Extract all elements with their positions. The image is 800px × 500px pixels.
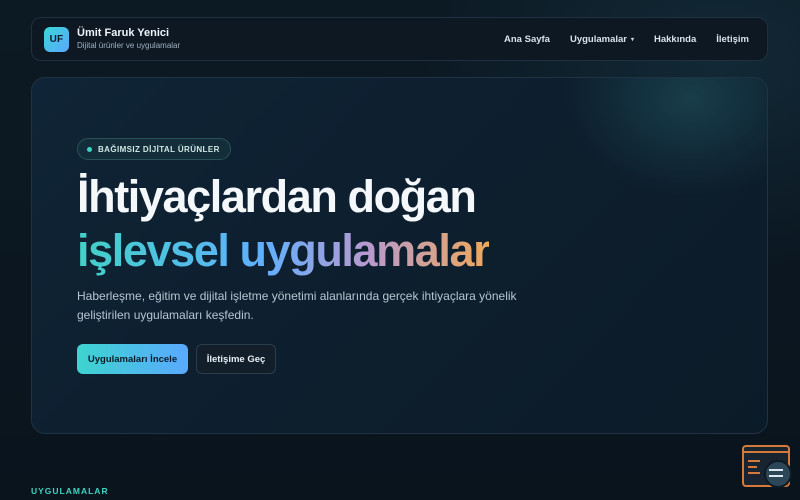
hero-badge-text: BAĞIMSIZ DİJİTAL ÜRÜNLER [98, 144, 220, 154]
contact-button[interactable]: İletişime Geç [196, 344, 276, 374]
status-dot-icon [87, 146, 92, 152]
window-line [748, 466, 757, 468]
brand-logo[interactable]: UF [44, 26, 69, 52]
hero-description: Haberleşme, eğitim ve dijital işletme yö… [77, 289, 517, 322]
brand-name[interactable]: Ümit Faruk Yenici [77, 27, 180, 40]
hero-section: BAĞIMSIZ DİJİTAL ÜRÜNLER İhtiyaçlardan d… [31, 77, 768, 434]
window-titlebar [744, 451, 788, 453]
brand-text: Ümit Faruk Yenici Dijital ürünler ve uyg… [77, 27, 180, 52]
nav-link-hakkinda[interactable]: Hakkında [654, 34, 696, 45]
nav-link-label: Ana Sayfa [504, 33, 550, 45]
hero-title-line2: işlevsel uygulamalar [77, 225, 491, 276]
explore-apps-button[interactable]: Uygulamaları İncele [77, 344, 188, 374]
window-line [748, 460, 760, 462]
nav-link-iletisim[interactable]: İletişim [716, 34, 749, 45]
window-line [748, 472, 760, 474]
apps-section-label: UYGULAMALAR [31, 486, 109, 496]
nav-link-label: Hakkında [654, 33, 697, 45]
search-badge [764, 460, 792, 488]
nav-link-uygulamalar[interactable]: Uygulamalar ▾ [570, 34, 634, 45]
nav-link-label: İletişim [716, 33, 749, 45]
nav-link-ana-sayfa[interactable]: Ana Sayfa [504, 34, 550, 45]
navbar: UF Ümit Faruk Yenici Dijital ürünler ve … [31, 17, 768, 61]
nav-links: Ana Sayfa Uygulamalar ▾ Hakkında İletişi… [504, 34, 749, 45]
hero-title-line1: İhtiyaçlardan doğan [77, 171, 477, 222]
app-window-search-icon[interactable] [742, 445, 792, 488]
hero-badge: BAĞIMSIZ DİJİTAL ÜRÜNLER [77, 138, 231, 160]
brand-tagline: Dijital ürünler ve uygulamalar [77, 40, 181, 50]
chevron-down-icon: ▾ [630, 36, 634, 43]
search-badge-line [769, 475, 783, 477]
search-badge-line [769, 469, 783, 471]
brand[interactable]: UF Ümit Faruk Yenici Dijital ürünler ve … [44, 26, 180, 52]
nav-link-label: Uygulamalar [569, 33, 627, 45]
